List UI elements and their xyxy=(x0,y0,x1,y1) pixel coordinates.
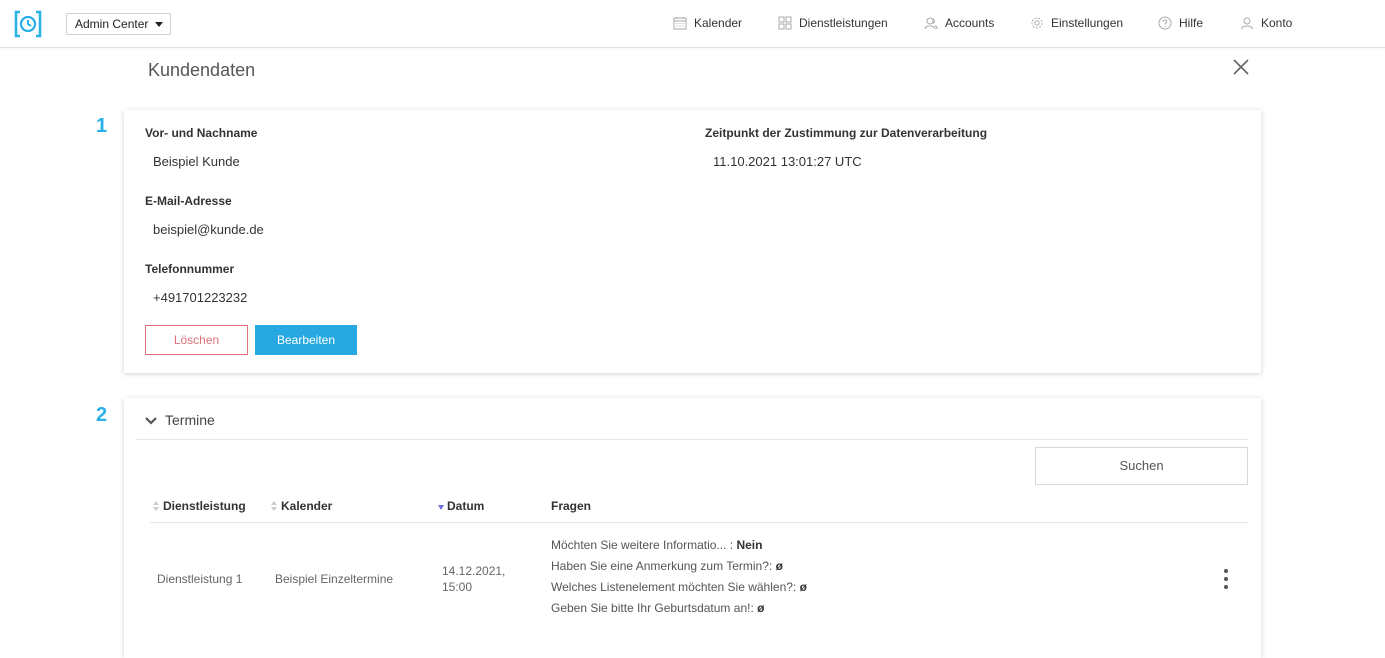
nav-item-einstellungen[interactable]: Einstellungen xyxy=(1030,16,1123,30)
question-line: Welches Listenelement möchten Sie wählen… xyxy=(551,580,807,594)
table-header-divider xyxy=(150,522,1248,523)
nav-item-konto[interactable]: Konto xyxy=(1240,16,1292,30)
sort-descending-icon xyxy=(438,505,444,510)
edit-button[interactable]: Bearbeiten xyxy=(255,325,357,355)
nav-item-label: Dienstleistungen xyxy=(799,16,888,30)
nav-item-label: Hilfe xyxy=(1179,16,1204,30)
question-text: Haben Sie eine Anmerkung zum Termin?: xyxy=(551,559,773,573)
user-icon xyxy=(1241,17,1253,30)
nav-item-label: Einstellungen xyxy=(1051,16,1124,30)
column-header-kalender[interactable]: Kalender xyxy=(271,499,332,513)
appointments-section-title: Termine xyxy=(165,412,215,428)
column-header-label: Dienstleistung xyxy=(163,499,246,513)
nav-item-accounts[interactable]: Accounts xyxy=(924,16,994,30)
question-text: Möchten Sie weitere Informatio... : xyxy=(551,538,734,552)
users-icon xyxy=(924,17,938,30)
cell-calendar: Beispiel Einzeltermine xyxy=(275,572,394,586)
calendar-icon xyxy=(673,17,687,30)
question-line: Möchten Sie weitere Informatio... : Nein xyxy=(551,538,762,552)
nav-item-dienstleistungen[interactable]: Dienstleistungen xyxy=(778,16,888,30)
appointments-section-header[interactable]: Termine xyxy=(136,410,1248,440)
column-header-fragen: Fragen xyxy=(551,499,591,513)
customer-data-card: Vor- und Nachname Beispiel Kunde E-Mail-… xyxy=(124,110,1261,373)
question-text: Geben Sie bitte Ihr Geburtsdatum an!: xyxy=(551,601,754,615)
question-answer: ø xyxy=(757,601,765,615)
nav-item-label: Konto xyxy=(1261,16,1293,30)
question-answer: Nein xyxy=(736,538,763,552)
cell-date-line1: 14.12.2021, xyxy=(442,564,506,578)
admin-center-select[interactable]: Admin Center xyxy=(66,13,172,35)
nav-item-label: Accounts xyxy=(945,16,995,30)
name-label: Vor- und Nachname xyxy=(145,126,258,140)
question-answer: ø xyxy=(799,580,807,594)
search-button[interactable]: Suchen xyxy=(1035,447,1248,485)
name-value: Beispiel Kunde xyxy=(153,154,240,169)
close-icon[interactable] xyxy=(1231,57,1251,77)
cell-service: Dienstleistung 1 xyxy=(157,572,243,586)
sort-icon xyxy=(271,501,278,511)
step-number-2: 2 xyxy=(96,404,108,426)
question-answer: ø xyxy=(775,559,783,573)
cell-date-line2: 15:00 xyxy=(442,580,473,594)
chevron-down-icon xyxy=(145,417,157,425)
column-header-label: Kalender xyxy=(281,499,333,513)
admin-center-select-label: Admin Center xyxy=(75,17,149,31)
column-header-label: Fragen xyxy=(551,499,592,513)
appointments-card: Termine Suchen Dienstleistung Kalender D… xyxy=(124,398,1261,658)
modal-title: Kundendaten xyxy=(148,60,256,80)
step-number-1: 1 xyxy=(96,115,108,137)
consent-value: 11.10.2021 13:01:27 UTC xyxy=(713,154,862,169)
gear-icon xyxy=(1031,17,1043,29)
help-icon xyxy=(1158,16,1172,30)
column-header-label: Datum xyxy=(447,499,485,513)
grid-icon xyxy=(778,16,792,30)
more-options-icon[interactable] xyxy=(1222,568,1230,590)
phone-label: Telefonnummer xyxy=(145,262,235,276)
caret-down-icon xyxy=(155,22,164,27)
email-value: beispiel@kunde.de xyxy=(153,222,264,237)
top-navigation-bar: Admin Center Kalender Dienstleistungen A… xyxy=(0,0,1385,48)
email-label: E-Mail-Adresse xyxy=(145,194,232,208)
nav-item-label: Kalender xyxy=(694,16,743,30)
nav-item-hilfe[interactable]: Hilfe xyxy=(1158,16,1203,30)
nav-item-kalender[interactable]: Kalender xyxy=(673,16,742,30)
column-header-datum[interactable]: Datum xyxy=(438,499,484,513)
question-line: Geben Sie bitte Ihr Geburtsdatum an!: ø xyxy=(551,601,764,615)
column-header-dienstleistung[interactable]: Dienstleistung xyxy=(153,499,246,513)
consent-label: Zeitpunkt der Zustimmung zur Datenverarb… xyxy=(705,126,988,140)
logo-clock-icon[interactable] xyxy=(14,10,42,38)
delete-button[interactable]: Löschen xyxy=(145,325,248,355)
phone-value: +491701223232 xyxy=(153,290,248,305)
question-text: Welches Listenelement möchten Sie wählen… xyxy=(551,580,797,594)
sort-icon xyxy=(153,501,160,511)
question-line: Haben Sie eine Anmerkung zum Termin?: ø xyxy=(551,559,783,573)
